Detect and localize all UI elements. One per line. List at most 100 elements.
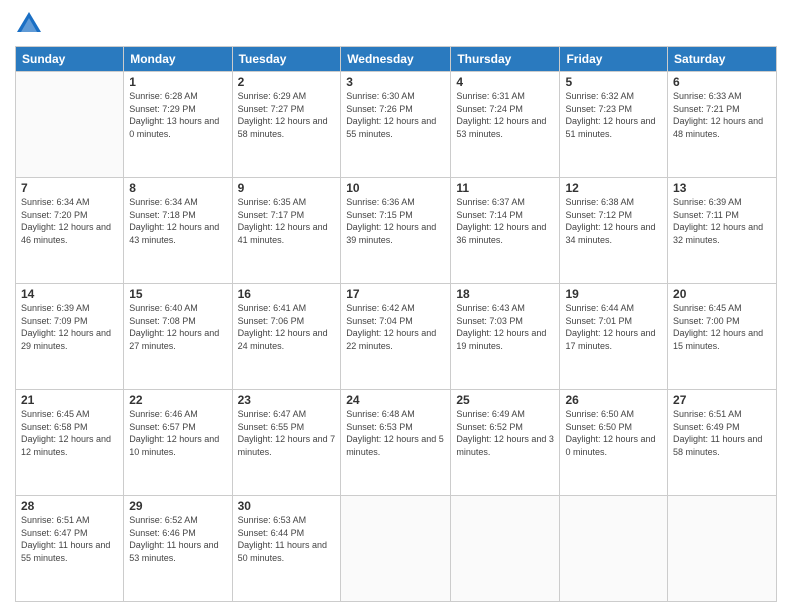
day-of-week-header: Wednesday — [341, 47, 451, 72]
day-of-week-header: Monday — [124, 47, 232, 72]
calendar-day-cell: 14Sunrise: 6:39 AMSunset: 7:09 PMDayligh… — [16, 284, 124, 390]
day-number: 2 — [238, 75, 336, 89]
day-info: Sunrise: 6:36 AMSunset: 7:15 PMDaylight:… — [346, 196, 445, 246]
day-info: Sunrise: 6:34 AMSunset: 7:20 PMDaylight:… — [21, 196, 118, 246]
day-info: Sunrise: 6:51 AMSunset: 6:47 PMDaylight:… — [21, 514, 118, 564]
calendar-week-row: 1Sunrise: 6:28 AMSunset: 7:29 PMDaylight… — [16, 72, 777, 178]
calendar-header-row: SundayMondayTuesdayWednesdayThursdayFrid… — [16, 47, 777, 72]
calendar-day-cell: 9Sunrise: 6:35 AMSunset: 7:17 PMDaylight… — [232, 178, 341, 284]
calendar-day-cell: 22Sunrise: 6:46 AMSunset: 6:57 PMDayligh… — [124, 390, 232, 496]
day-info: Sunrise: 6:46 AMSunset: 6:57 PMDaylight:… — [129, 408, 226, 458]
calendar-day-cell: 2Sunrise: 6:29 AMSunset: 7:27 PMDaylight… — [232, 72, 341, 178]
calendar-day-cell: 7Sunrise: 6:34 AMSunset: 7:20 PMDaylight… — [16, 178, 124, 284]
day-of-week-header: Tuesday — [232, 47, 341, 72]
calendar-day-cell: 18Sunrise: 6:43 AMSunset: 7:03 PMDayligh… — [451, 284, 560, 390]
day-number: 17 — [346, 287, 445, 301]
day-number: 8 — [129, 181, 226, 195]
calendar-day-cell: 19Sunrise: 6:44 AMSunset: 7:01 PMDayligh… — [560, 284, 668, 390]
calendar-day-cell: 23Sunrise: 6:47 AMSunset: 6:55 PMDayligh… — [232, 390, 341, 496]
calendar-day-cell: 21Sunrise: 6:45 AMSunset: 6:58 PMDayligh… — [16, 390, 124, 496]
day-number: 9 — [238, 181, 336, 195]
day-number: 5 — [565, 75, 662, 89]
day-info: Sunrise: 6:39 AMSunset: 7:09 PMDaylight:… — [21, 302, 118, 352]
day-info: Sunrise: 6:32 AMSunset: 7:23 PMDaylight:… — [565, 90, 662, 140]
day-number: 7 — [21, 181, 118, 195]
calendar-day-cell: 25Sunrise: 6:49 AMSunset: 6:52 PMDayligh… — [451, 390, 560, 496]
calendar-week-row: 14Sunrise: 6:39 AMSunset: 7:09 PMDayligh… — [16, 284, 777, 390]
logo-icon — [15, 10, 43, 38]
day-number: 24 — [346, 393, 445, 407]
day-info: Sunrise: 6:53 AMSunset: 6:44 PMDaylight:… — [238, 514, 336, 564]
day-number: 1 — [129, 75, 226, 89]
day-info: Sunrise: 6:43 AMSunset: 7:03 PMDaylight:… — [456, 302, 554, 352]
day-number: 3 — [346, 75, 445, 89]
day-info: Sunrise: 6:44 AMSunset: 7:01 PMDaylight:… — [565, 302, 662, 352]
day-info: Sunrise: 6:45 AMSunset: 6:58 PMDaylight:… — [21, 408, 118, 458]
calendar-day-cell: 13Sunrise: 6:39 AMSunset: 7:11 PMDayligh… — [668, 178, 777, 284]
calendar-day-cell: 6Sunrise: 6:33 AMSunset: 7:21 PMDaylight… — [668, 72, 777, 178]
day-info: Sunrise: 6:39 AMSunset: 7:11 PMDaylight:… — [673, 196, 771, 246]
day-number: 14 — [21, 287, 118, 301]
day-number: 19 — [565, 287, 662, 301]
calendar-day-cell: 10Sunrise: 6:36 AMSunset: 7:15 PMDayligh… — [341, 178, 451, 284]
calendar-day-cell — [668, 496, 777, 602]
day-number: 23 — [238, 393, 336, 407]
calendar-day-cell: 8Sunrise: 6:34 AMSunset: 7:18 PMDaylight… — [124, 178, 232, 284]
day-info: Sunrise: 6:29 AMSunset: 7:27 PMDaylight:… — [238, 90, 336, 140]
day-number: 20 — [673, 287, 771, 301]
calendar-day-cell: 29Sunrise: 6:52 AMSunset: 6:46 PMDayligh… — [124, 496, 232, 602]
day-number: 11 — [456, 181, 554, 195]
day-info: Sunrise: 6:48 AMSunset: 6:53 PMDaylight:… — [346, 408, 445, 458]
logo — [15, 10, 47, 38]
day-info: Sunrise: 6:38 AMSunset: 7:12 PMDaylight:… — [565, 196, 662, 246]
calendar-day-cell: 12Sunrise: 6:38 AMSunset: 7:12 PMDayligh… — [560, 178, 668, 284]
day-info: Sunrise: 6:52 AMSunset: 6:46 PMDaylight:… — [129, 514, 226, 564]
day-info: Sunrise: 6:31 AMSunset: 7:24 PMDaylight:… — [456, 90, 554, 140]
day-number: 29 — [129, 499, 226, 513]
calendar-day-cell: 4Sunrise: 6:31 AMSunset: 7:24 PMDaylight… — [451, 72, 560, 178]
day-number: 15 — [129, 287, 226, 301]
day-info: Sunrise: 6:28 AMSunset: 7:29 PMDaylight:… — [129, 90, 226, 140]
day-number: 30 — [238, 499, 336, 513]
day-number: 10 — [346, 181, 445, 195]
calendar-day-cell: 5Sunrise: 6:32 AMSunset: 7:23 PMDaylight… — [560, 72, 668, 178]
calendar-day-cell — [341, 496, 451, 602]
day-number: 13 — [673, 181, 771, 195]
calendar-day-cell: 26Sunrise: 6:50 AMSunset: 6:50 PMDayligh… — [560, 390, 668, 496]
calendar-week-row: 28Sunrise: 6:51 AMSunset: 6:47 PMDayligh… — [16, 496, 777, 602]
day-info: Sunrise: 6:34 AMSunset: 7:18 PMDaylight:… — [129, 196, 226, 246]
day-of-week-header: Sunday — [16, 47, 124, 72]
day-info: Sunrise: 6:40 AMSunset: 7:08 PMDaylight:… — [129, 302, 226, 352]
calendar-day-cell: 27Sunrise: 6:51 AMSunset: 6:49 PMDayligh… — [668, 390, 777, 496]
calendar-day-cell — [560, 496, 668, 602]
day-info: Sunrise: 6:30 AMSunset: 7:26 PMDaylight:… — [346, 90, 445, 140]
calendar-day-cell: 11Sunrise: 6:37 AMSunset: 7:14 PMDayligh… — [451, 178, 560, 284]
calendar-day-cell: 15Sunrise: 6:40 AMSunset: 7:08 PMDayligh… — [124, 284, 232, 390]
day-info: Sunrise: 6:42 AMSunset: 7:04 PMDaylight:… — [346, 302, 445, 352]
day-number: 26 — [565, 393, 662, 407]
day-number: 18 — [456, 287, 554, 301]
day-info: Sunrise: 6:41 AMSunset: 7:06 PMDaylight:… — [238, 302, 336, 352]
day-info: Sunrise: 6:47 AMSunset: 6:55 PMDaylight:… — [238, 408, 336, 458]
calendar-day-cell: 16Sunrise: 6:41 AMSunset: 7:06 PMDayligh… — [232, 284, 341, 390]
day-number: 12 — [565, 181, 662, 195]
calendar-week-row: 21Sunrise: 6:45 AMSunset: 6:58 PMDayligh… — [16, 390, 777, 496]
day-info: Sunrise: 6:35 AMSunset: 7:17 PMDaylight:… — [238, 196, 336, 246]
day-number: 16 — [238, 287, 336, 301]
day-info: Sunrise: 6:45 AMSunset: 7:00 PMDaylight:… — [673, 302, 771, 352]
day-info: Sunrise: 6:33 AMSunset: 7:21 PMDaylight:… — [673, 90, 771, 140]
header — [15, 10, 777, 38]
calendar-day-cell — [16, 72, 124, 178]
day-of-week-header: Thursday — [451, 47, 560, 72]
day-number: 4 — [456, 75, 554, 89]
calendar-day-cell: 24Sunrise: 6:48 AMSunset: 6:53 PMDayligh… — [341, 390, 451, 496]
day-info: Sunrise: 6:51 AMSunset: 6:49 PMDaylight:… — [673, 408, 771, 458]
day-of-week-header: Friday — [560, 47, 668, 72]
calendar-day-cell — [451, 496, 560, 602]
day-info: Sunrise: 6:37 AMSunset: 7:14 PMDaylight:… — [456, 196, 554, 246]
calendar-week-row: 7Sunrise: 6:34 AMSunset: 7:20 PMDaylight… — [16, 178, 777, 284]
day-of-week-header: Saturday — [668, 47, 777, 72]
day-info: Sunrise: 6:49 AMSunset: 6:52 PMDaylight:… — [456, 408, 554, 458]
calendar-day-cell: 1Sunrise: 6:28 AMSunset: 7:29 PMDaylight… — [124, 72, 232, 178]
calendar-day-cell: 28Sunrise: 6:51 AMSunset: 6:47 PMDayligh… — [16, 496, 124, 602]
